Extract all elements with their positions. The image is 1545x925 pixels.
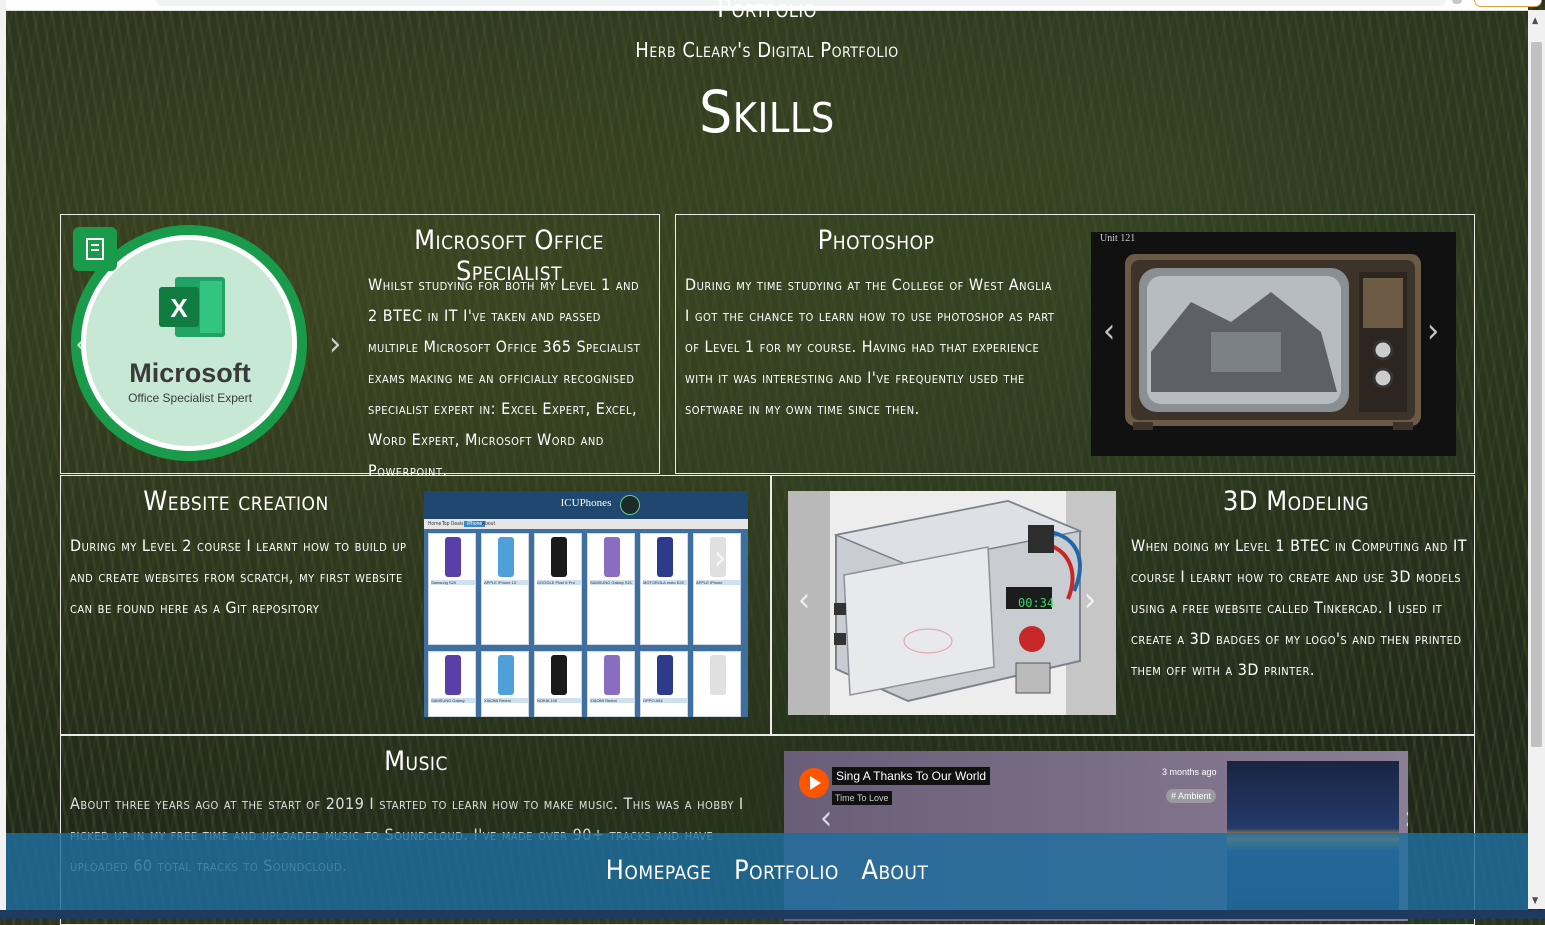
phones-row: Samsung S20 APPLE iPhone 13 GOOGLE Pixel 6… — [428, 533, 748, 645]
office-carousel: X Microsoft Office Specialist Expert ‹ › — [65, 219, 355, 471]
3d-box-model-image — [833, 499, 1083, 703]
skill-card-website: Website creation During my Level 2 cours… — [60, 475, 771, 735]
site-tab[interactable]: About — [482, 521, 495, 527]
model-timer-display: 00:34 — [1018, 596, 1055, 610]
page-title: Skills — [699, 78, 835, 146]
phone-tile[interactable]: MOTOROLA moto E20 — [640, 533, 688, 645]
phone-image — [710, 655, 726, 695]
phone-name: XIAOMI Redmi — [484, 698, 528, 703]
phone-tile[interactable]: GOOGLE Pixel 6 Pro — [534, 533, 582, 645]
phone-tile[interactable]: SAMSUNG Galaxy S21 — [587, 533, 635, 645]
site-subtitle: Herb Cleary's Digital Portfolio — [635, 38, 899, 62]
scroll-down-arrow-icon[interactable]: ▼ — [1532, 896, 1538, 906]
phone-tile[interactable]: XIAOMI Redmi — [587, 651, 635, 717]
skill-card-office: X Microsoft Office Specialist Expert ‹ ›… — [60, 214, 660, 480]
chevron-left-icon[interactable]: ‹ — [75, 327, 87, 361]
track-artist[interactable]: Time To Love — [832, 791, 892, 805]
scroll-up-arrow-icon[interactable]: ▲ — [1532, 16, 1538, 26]
site-logo-icon — [620, 495, 640, 515]
phone-name: GOOGLE Pixel 6 Pro — [537, 580, 581, 585]
footer-nav-bar: Homepage Portfolio About — [6, 833, 1528, 910]
svg-text:X: X — [170, 293, 188, 323]
phone-name: NOKIA 105 — [537, 698, 581, 703]
phone-image — [657, 537, 673, 577]
phone-name: MOTOROLA moto E20 — [643, 580, 687, 585]
play-icon — [810, 776, 821, 790]
skill-card-photoshop: Photoshop During my time studying at the… — [675, 214, 1475, 474]
photoshop-carousel: Unit 121 ‹ › — [1091, 232, 1456, 456]
office-card-text: Whilst studying for both my Level 1 and … — [368, 275, 641, 480]
phone-tile[interactable]: SAMSUNG Galaxy — [428, 651, 476, 717]
phone-image — [498, 537, 514, 577]
phone-tile[interactable] — [693, 651, 741, 717]
play-button[interactable] — [799, 768, 829, 798]
phone-image — [445, 655, 461, 695]
website-card-text: During my Level 2 course I learnt how to… — [70, 536, 407, 617]
scroll-thumb[interactable] — [1531, 42, 1542, 747]
skill-card-3d-modeling: 00:34 ‹ › 3D Modeling When doing my Leve… — [771, 475, 1475, 735]
phone-name: APPLE iPhone 13 — [484, 580, 528, 585]
chevron-right-icon[interactable]: › — [714, 541, 726, 575]
phone-image — [445, 537, 461, 577]
chevron-left-icon[interactable]: ‹ — [1103, 314, 1115, 348]
phone-tile[interactable]: NOKIA 105 — [534, 651, 582, 717]
site-title: Portfolio — [717, 0, 817, 24]
phone-image — [551, 537, 567, 577]
phone-image — [551, 655, 567, 695]
photoshop-card-title: Photoshop — [817, 225, 935, 256]
phone-tile[interactable]: OPPO A54 — [640, 651, 688, 717]
track-tag[interactable]: # Ambient — [1166, 789, 1217, 803]
site-header: ICUPhones — [424, 491, 748, 519]
modeling-card-title: 3D Modeling — [1222, 486, 1370, 517]
music-card-title: Music — [384, 746, 448, 777]
footer-nav: Homepage Portfolio About — [6, 855, 1528, 886]
phones-row: SAMSUNG Galaxy XIAOMI Redmi NOKIA 105 XIAOM… — [428, 651, 748, 717]
badge-brand-text: Microsoft — [129, 358, 251, 388]
photoshop-card-text: During my time studying at the College o… — [685, 275, 1055, 418]
modeling-carousel: 00:34 ‹ › — [788, 491, 1116, 715]
nav-link-portfolio[interactable]: Portfolio — [734, 855, 839, 886]
chevron-right-icon[interactable]: › — [1084, 583, 1096, 617]
phone-name: Samsung S20 — [431, 580, 475, 585]
office-specialist-badge: X Microsoft Office Specialist Expert — [71, 225, 307, 461]
modeling-card-text: When doing my Level 1 BTEC in Computing … — [1131, 536, 1467, 679]
badge-sub-text: Office Specialist Expert — [128, 391, 252, 405]
phone-name: APPLE iPhone — [696, 580, 740, 585]
nav-link-about[interactable]: About — [861, 855, 928, 886]
track-posted-time: 3 months ago — [1162, 767, 1217, 777]
chevron-left-icon[interactable]: ‹ — [820, 801, 832, 835]
phone-image — [657, 655, 673, 695]
phone-name: SAMSUNG Galaxy S21 — [590, 580, 634, 585]
phone-name: SAMSUNG Galaxy — [431, 698, 475, 703]
nav-link-homepage[interactable]: Homepage — [606, 855, 712, 886]
chevron-right-icon[interactable]: › — [329, 327, 341, 361]
phone-image — [604, 537, 620, 577]
website-carousel: ICUPhones Home Top Deals iPhone About Sa… — [424, 491, 748, 717]
page-scrollbar[interactable]: ▲ ▼ — [1528, 10, 1545, 909]
site-tabs: Home Top Deals iPhone About — [424, 519, 748, 529]
chevron-right-icon[interactable]: › — [1427, 314, 1439, 348]
phone-tile[interactable]: Samsung S20 — [428, 533, 476, 645]
site-name: ICUPhones — [560, 497, 612, 509]
track-title[interactable]: Sing A Thanks To Our World — [832, 767, 991, 785]
site-tab[interactable]: Top Deals — [442, 521, 464, 527]
retro-tv-image — [1125, 254, 1421, 430]
phone-image — [498, 655, 514, 695]
site-tab[interactable]: Home — [428, 521, 441, 527]
phone-tile[interactable]: XIAOMI Redmi — [481, 651, 529, 717]
chevron-right-icon[interactable]: › — [1404, 801, 1408, 835]
phone-name: XIAOMI Redmi — [590, 698, 634, 703]
phone-tile[interactable]: APPLE iPhone 13 — [481, 533, 529, 645]
phone-image — [604, 655, 620, 695]
phone-name: OPPO A54 — [643, 698, 687, 703]
website-card-title: Website creation — [143, 486, 329, 517]
taskbar-strip — [0, 910, 1545, 919]
chevron-left-icon[interactable]: ‹ — [798, 583, 810, 617]
